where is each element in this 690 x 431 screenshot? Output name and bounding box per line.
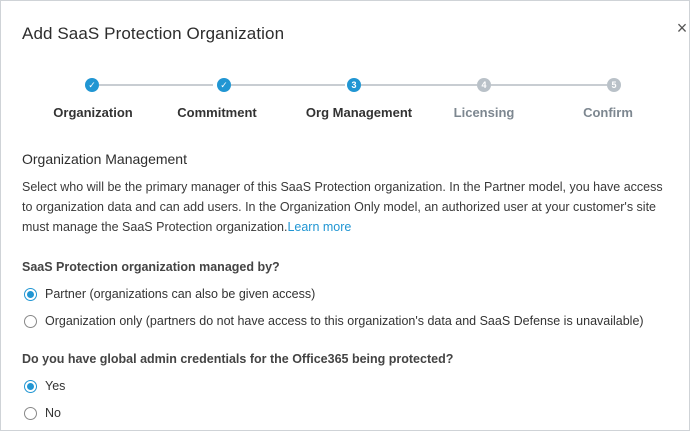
step-4-number: 4 bbox=[477, 78, 491, 92]
question-global-admin: Do you have global admin credentials for… bbox=[22, 352, 454, 366]
radio-option-label: No bbox=[45, 406, 61, 420]
radio-option-label: Organization only (partners do not have … bbox=[45, 314, 644, 328]
learn-more-link[interactable]: Learn more bbox=[287, 220, 351, 234]
step-label-org-management: Org Management bbox=[305, 105, 413, 120]
stepper-connector bbox=[361, 84, 477, 86]
section-title: Organization Management bbox=[22, 151, 187, 167]
radio-unselected-icon[interactable] bbox=[24, 406, 37, 420]
add-saas-protection-dialog: Add SaaS Protection Organization × ✓ ✓ 3… bbox=[0, 0, 690, 431]
step-label-organization: Organization bbox=[53, 105, 133, 120]
step-label-licensing: Licensing bbox=[453, 105, 515, 120]
stepper-connector bbox=[491, 84, 607, 86]
radio-selected-icon[interactable] bbox=[24, 379, 37, 393]
radio-option-no[interactable]: No bbox=[24, 405, 61, 421]
step-1-check-icon: ✓ bbox=[85, 78, 99, 92]
stepper: ✓ ✓ 3 4 5 Organization Commitment Org Ma… bbox=[1, 77, 690, 127]
stepper-connector bbox=[99, 84, 213, 86]
radio-option-organization-only[interactable]: Organization only (partners do not have … bbox=[24, 313, 644, 329]
step-5-number: 5 bbox=[607, 78, 621, 92]
close-icon[interactable]: × bbox=[674, 19, 690, 37]
step-label-confirm: Confirm bbox=[583, 105, 633, 120]
section-description: Select who will be the primary manager o… bbox=[22, 177, 672, 237]
question-managed-by: SaaS Protection organization managed by? bbox=[22, 260, 280, 274]
radio-option-label: Partner (organizations can also be given… bbox=[45, 287, 316, 301]
radio-option-label: Yes bbox=[45, 379, 66, 393]
step-3-number: 3 bbox=[347, 78, 361, 92]
radio-selected-icon[interactable] bbox=[24, 287, 37, 301]
radio-unselected-icon[interactable] bbox=[24, 314, 37, 328]
radio-option-yes[interactable]: Yes bbox=[24, 378, 65, 394]
radio-option-partner[interactable]: Partner (organizations can also be given… bbox=[24, 286, 315, 302]
dialog-title: Add SaaS Protection Organization bbox=[22, 24, 285, 43]
stepper-connector bbox=[231, 84, 345, 86]
step-label-commitment: Commitment bbox=[177, 105, 257, 120]
step-2-check-icon: ✓ bbox=[217, 78, 231, 92]
